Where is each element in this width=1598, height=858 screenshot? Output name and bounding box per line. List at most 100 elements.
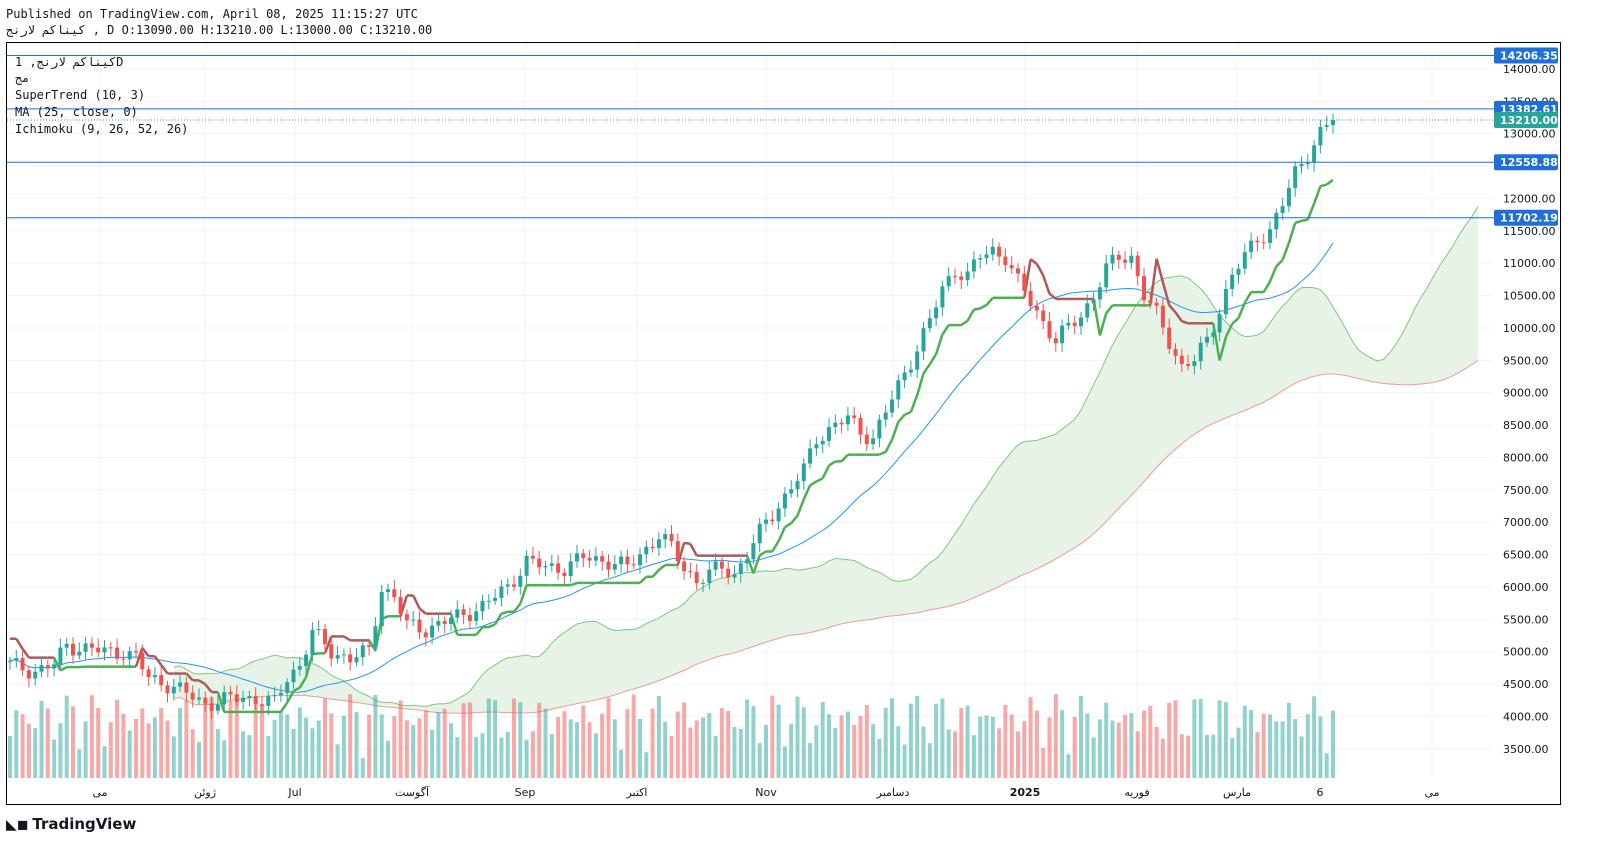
volume-bar	[764, 725, 768, 778]
supertrend-segment	[966, 309, 975, 322]
legend-ichimoku[interactable]: Ichimoku (9, 26, 52, 26)	[15, 122, 188, 136]
candle-body	[965, 271, 970, 281]
candle-body	[1242, 252, 1247, 269]
candle-body	[404, 614, 409, 621]
supertrend-segment	[279, 701, 289, 713]
price-chart[interactable]: 14000.0013500.0013000.0012500.0012000.00…	[0, 0, 1598, 858]
volume-bar	[386, 740, 390, 778]
volume-bar	[1085, 713, 1090, 778]
volume-bar	[26, 723, 31, 778]
volume-bar	[978, 716, 983, 778]
candle-body	[96, 647, 101, 653]
volume-bar	[1142, 710, 1146, 778]
volume-bar	[140, 708, 145, 778]
candle-body	[33, 671, 38, 679]
supertrend-segment	[59, 665, 68, 672]
candle-body	[1312, 145, 1317, 163]
volume-bar	[650, 708, 655, 778]
candle-body	[1286, 187, 1291, 207]
candle-body	[1085, 303, 1090, 318]
volume-bar	[171, 736, 176, 778]
volume-bar	[278, 712, 283, 778]
volume-bar	[890, 698, 894, 778]
candle-body	[1047, 321, 1052, 339]
volume-bar	[455, 737, 460, 778]
candle-body	[1261, 242, 1266, 244]
volume-bar	[1028, 697, 1033, 778]
candle-body	[266, 695, 271, 707]
volume-bar	[1179, 734, 1184, 778]
y-tick-label: 7500.00	[1503, 484, 1549, 497]
candle-body	[1211, 332, 1216, 337]
candle-body	[1160, 305, 1165, 328]
volume-bar	[1318, 716, 1323, 778]
x-tick-label: ژوئن	[194, 786, 216, 799]
volume-bar	[108, 722, 113, 778]
volume-bar	[518, 702, 523, 778]
candle-body	[493, 597, 498, 601]
x-tick-label: Nov	[755, 786, 777, 799]
volume-bar	[1299, 736, 1304, 778]
candle-body	[808, 448, 813, 464]
candle-body	[719, 561, 724, 569]
ichimoku-span-a	[173, 206, 1479, 707]
volume-bar	[14, 710, 19, 778]
candle-body	[140, 652, 145, 670]
volume-bar	[291, 728, 296, 778]
supertrend-segment	[777, 526, 787, 542]
volume-bar	[688, 727, 693, 778]
volume-bar	[461, 703, 466, 778]
volume-bar	[921, 726, 926, 778]
candle-body	[1236, 268, 1241, 275]
supertrend-segment	[570, 581, 578, 587]
candle-body	[575, 553, 579, 562]
candle-body	[1104, 263, 1109, 288]
ichimoku-span-b	[173, 360, 1479, 714]
volume-bar	[127, 730, 132, 778]
supertrend-segment	[658, 563, 666, 571]
candle-body	[726, 568, 731, 578]
candle-body	[20, 658, 25, 671]
volume-bar	[707, 712, 712, 778]
y-tick-label: 3500.00	[1503, 743, 1549, 756]
volume-bar	[959, 707, 964, 778]
volume-bar	[285, 714, 290, 778]
legend-supertrend[interactable]: SuperTrend (10, 3)	[15, 88, 145, 102]
tradingview-logo[interactable]: ◣◼ TradingView	[6, 815, 136, 833]
candle-body	[209, 703, 214, 711]
legend-ma[interactable]: MA (25, close, 0)	[15, 105, 138, 119]
volume-bar	[215, 729, 220, 778]
candle-body	[178, 682, 183, 687]
candle-body	[1186, 364, 1191, 366]
volume-bar	[39, 700, 44, 778]
candle-body	[8, 660, 12, 662]
candle-body	[770, 519, 775, 522]
x-tick-label: آگوست	[395, 785, 430, 799]
volume-bar	[367, 714, 372, 778]
volume-bar	[669, 735, 674, 778]
candle-body	[1072, 322, 1077, 327]
volume-bar	[625, 709, 630, 778]
candle-body	[1223, 288, 1228, 315]
candle-body	[1066, 322, 1071, 326]
candle-body	[461, 609, 466, 615]
volume-bar	[1205, 734, 1209, 778]
volume-bar	[449, 723, 453, 778]
volume-bar	[96, 708, 101, 778]
candle-body	[1331, 120, 1335, 125]
supertrend-segment	[979, 303, 988, 310]
candle-body	[1060, 325, 1065, 344]
candle-body	[1154, 302, 1159, 306]
volume-bar	[335, 744, 340, 778]
supertrend-segment	[153, 655, 163, 666]
supertrend-segment	[1320, 183, 1328, 188]
volume-bar	[1255, 732, 1260, 778]
candle-body	[827, 427, 831, 441]
volume-bar	[1104, 702, 1109, 778]
volume-bar	[260, 704, 264, 778]
volume-bar	[556, 717, 561, 778]
volume-bar	[606, 697, 611, 778]
candle-body	[732, 573, 737, 578]
candle-body	[1167, 327, 1172, 349]
candle-body	[663, 534, 668, 540]
